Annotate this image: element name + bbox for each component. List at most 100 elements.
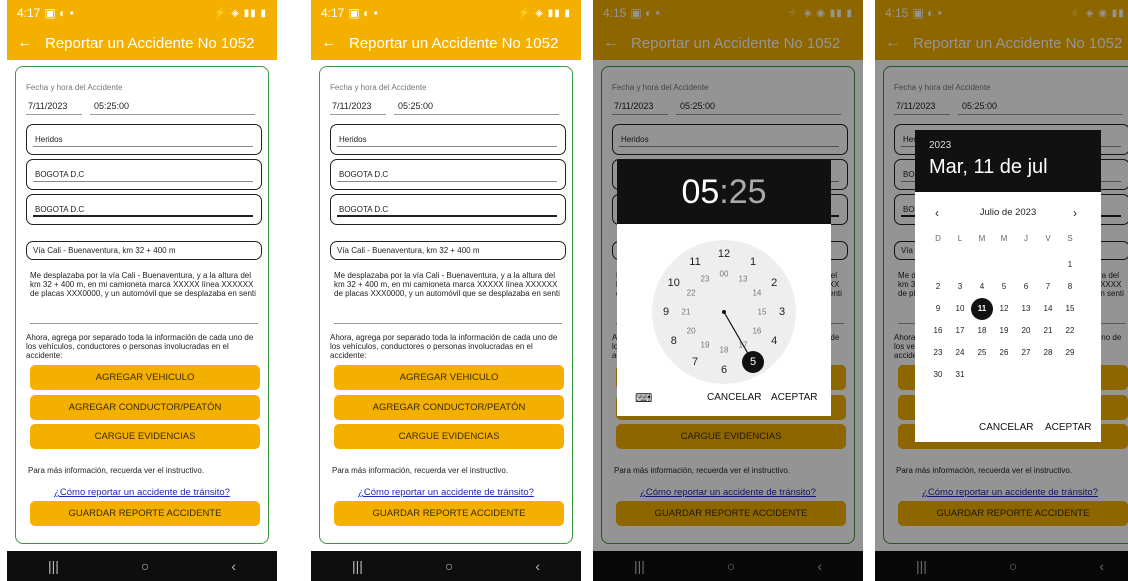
calendar-day[interactable]: 31 [949, 364, 971, 386]
recents-button[interactable]: ||| [48, 558, 59, 574]
calendar-day[interactable]: 22 [1059, 320, 1081, 342]
how-to-report-link[interactable]: ¿Cómo reportar un accidente de tránsito? [320, 487, 572, 498]
calendar-day[interactable]: 4 [971, 276, 993, 298]
address-field[interactable]: Vía Cali - Buenaventura, km 32 + 400 m [330, 241, 566, 260]
calendar-day[interactable]: 6 [1015, 276, 1037, 298]
clock-hour-outer[interactable]: 4 [767, 335, 781, 347]
system-status-icons: ⚡ ◈ ▮▮ ▮ [214, 7, 267, 19]
nav-back-button[interactable]: ‹ [535, 558, 540, 574]
calendar-day[interactable]: 2 [927, 276, 949, 298]
calendar-day[interactable]: 20 [1015, 320, 1037, 342]
upload-evidence-button[interactable]: CARGUE EVIDENCIAS [334, 424, 564, 449]
add-driver-button[interactable]: AGREGAR CONDUCTOR/PEATÓN [30, 395, 260, 420]
home-button[interactable]: ○ [445, 558, 453, 574]
calendar-day[interactable]: 27 [1015, 342, 1037, 364]
add-driver-button[interactable]: AGREGAR CONDUCTOR/PEATÓN [334, 395, 564, 420]
clock-hour-outer[interactable]: 7 [688, 356, 702, 368]
calendar-day[interactable]: 25 [971, 342, 993, 364]
calendar-day[interactable]: 9 [927, 298, 949, 320]
clock-hour-inner[interactable]: 18 [717, 346, 731, 355]
clock-hour-inner[interactable]: 17 [736, 340, 750, 349]
description-textarea[interactable]: Me desplazaba por la vía Cali - Buenaven… [334, 271, 562, 298]
keyboard-icon[interactable]: ⌨ [635, 391, 652, 405]
clock-hour-outer[interactable]: 10 [667, 277, 681, 289]
cancel-button[interactable]: CANCELAR [707, 392, 761, 403]
calendar-day[interactable]: 5 [993, 276, 1015, 298]
heridos-select[interactable]: Heridos [330, 124, 566, 155]
selected-hour[interactable]: 5 [742, 351, 764, 374]
clock-hour-outer[interactable]: 1 [746, 256, 760, 268]
calendar-day[interactable]: 1 [1059, 254, 1081, 276]
upload-evidence-button[interactable]: CARGUE EVIDENCIAS [30, 424, 260, 449]
calendar-day[interactable]: 8 [1059, 276, 1081, 298]
calendar-day[interactable]: 21 [1037, 320, 1059, 342]
address-field[interactable]: Vía Cali - Buenaventura, km 32 + 400 m [26, 241, 262, 260]
calendar-day[interactable]: 7 [1037, 276, 1059, 298]
clock-hour-outer[interactable]: 12 [717, 248, 731, 260]
selected-day[interactable]: 11 [971, 298, 993, 320]
clock-hour-inner[interactable]: 19 [698, 340, 712, 349]
how-to-report-link[interactable]: ¿Cómo reportar un accidente de tránsito? [16, 487, 268, 498]
clock-hour-outer[interactable]: 2 [767, 277, 781, 289]
clock-hour-inner[interactable]: 16 [750, 327, 764, 336]
description-underline [30, 323, 258, 324]
calendar-day[interactable]: 3 [949, 276, 971, 298]
calendar-day[interactable]: 14 [1037, 298, 1059, 320]
calendar-day[interactable]: 19 [993, 320, 1015, 342]
calendar-day[interactable]: 13 [1015, 298, 1037, 320]
time-field[interactable]: 05:25:00 [94, 101, 129, 111]
weekday-label: L [957, 234, 963, 243]
clock-hour-inner[interactable]: 15 [755, 308, 769, 317]
heridos-select[interactable]: Heridos [26, 124, 262, 155]
clock-hour-inner[interactable]: 13 [736, 275, 750, 284]
time-field[interactable]: 05:25:00 [398, 101, 433, 111]
accept-button[interactable]: ACEPTAR [771, 392, 818, 403]
clock-hour-inner[interactable]: 20 [684, 327, 698, 336]
clock-hour-outer[interactable]: 9 [659, 306, 673, 318]
calendar-day[interactable]: 30 [927, 364, 949, 386]
accept-button[interactable]: ACEPTAR [1045, 422, 1092, 433]
clock-hour-inner[interactable]: 21 [679, 308, 693, 317]
add-vehicle-button[interactable]: AGREGAR VEHICULO [334, 365, 564, 390]
calendar-day[interactable]: 15 [1059, 298, 1081, 320]
city-select-2[interactable]: BOGOTA D.C [330, 194, 566, 225]
calendar-day[interactable]: 17 [949, 320, 971, 342]
clock-hour-inner[interactable]: 00 [717, 270, 731, 279]
home-button[interactable]: ○ [141, 558, 149, 574]
year-display[interactable]: 2023 [929, 140, 951, 151]
description-textarea[interactable]: Me desplazaba por la vía Cali - Buenaven… [30, 271, 258, 298]
calendar-day[interactable]: 23 [927, 342, 949, 364]
calendar-day[interactable]: 28 [1037, 342, 1059, 364]
city-select-2[interactable]: BOGOTA D.C [26, 194, 262, 225]
date-field[interactable]: 7/11/2023 [28, 101, 67, 111]
arrow-left-icon[interactable]: ← [321, 34, 349, 52]
clock-hour-inner[interactable]: 23 [698, 275, 712, 284]
date-field[interactable]: 7/11/2023 [332, 101, 371, 111]
nav-back-button[interactable]: ‹ [231, 558, 236, 574]
address-value: Vía Cali - Buenaventura, km 32 + 400 m [33, 246, 176, 255]
calendar-day[interactable]: 10 [949, 298, 971, 320]
calendar-day[interactable]: 18 [971, 320, 993, 342]
recents-button[interactable]: ||| [352, 558, 363, 574]
save-report-button[interactable]: GUARDAR REPORTE ACCIDENTE [334, 501, 564, 526]
city-select-1[interactable]: BOGOTA D.C [26, 159, 262, 190]
calendar-day[interactable]: 29 [1059, 342, 1081, 364]
cancel-button[interactable]: CANCELAR [979, 422, 1033, 433]
clock-hour-outer[interactable]: 6 [717, 364, 731, 376]
clock-hour-outer[interactable]: 8 [667, 335, 681, 347]
clock-hour-outer[interactable]: 11 [688, 256, 702, 268]
minute-display[interactable]: 25 [729, 173, 767, 212]
add-vehicle-button[interactable]: AGREGAR VEHICULO [30, 365, 260, 390]
clock-face[interactable]: 12 1 2 3 4 5 6 7 8 9 10 11 00 13 14 15 16 17 18 19 20 21 22 23 [652, 240, 796, 384]
calendar-day[interactable]: 16 [927, 320, 949, 342]
save-report-button[interactable]: GUARDAR REPORTE ACCIDENTE [30, 501, 260, 526]
calendar-day[interactable]: 24 [949, 342, 971, 364]
city-select-1[interactable]: BOGOTA D.C [330, 159, 566, 190]
arrow-left-icon[interactable]: ← [17, 34, 45, 52]
clock-hour-inner[interactable]: 22 [684, 289, 698, 298]
hour-display[interactable]: 05 [681, 173, 719, 212]
clock-hour-outer[interactable]: 3 [775, 306, 789, 318]
calendar-day[interactable]: 26 [993, 342, 1015, 364]
calendar-day[interactable]: 12 [993, 298, 1015, 320]
clock-hour-inner[interactable]: 14 [750, 289, 764, 298]
